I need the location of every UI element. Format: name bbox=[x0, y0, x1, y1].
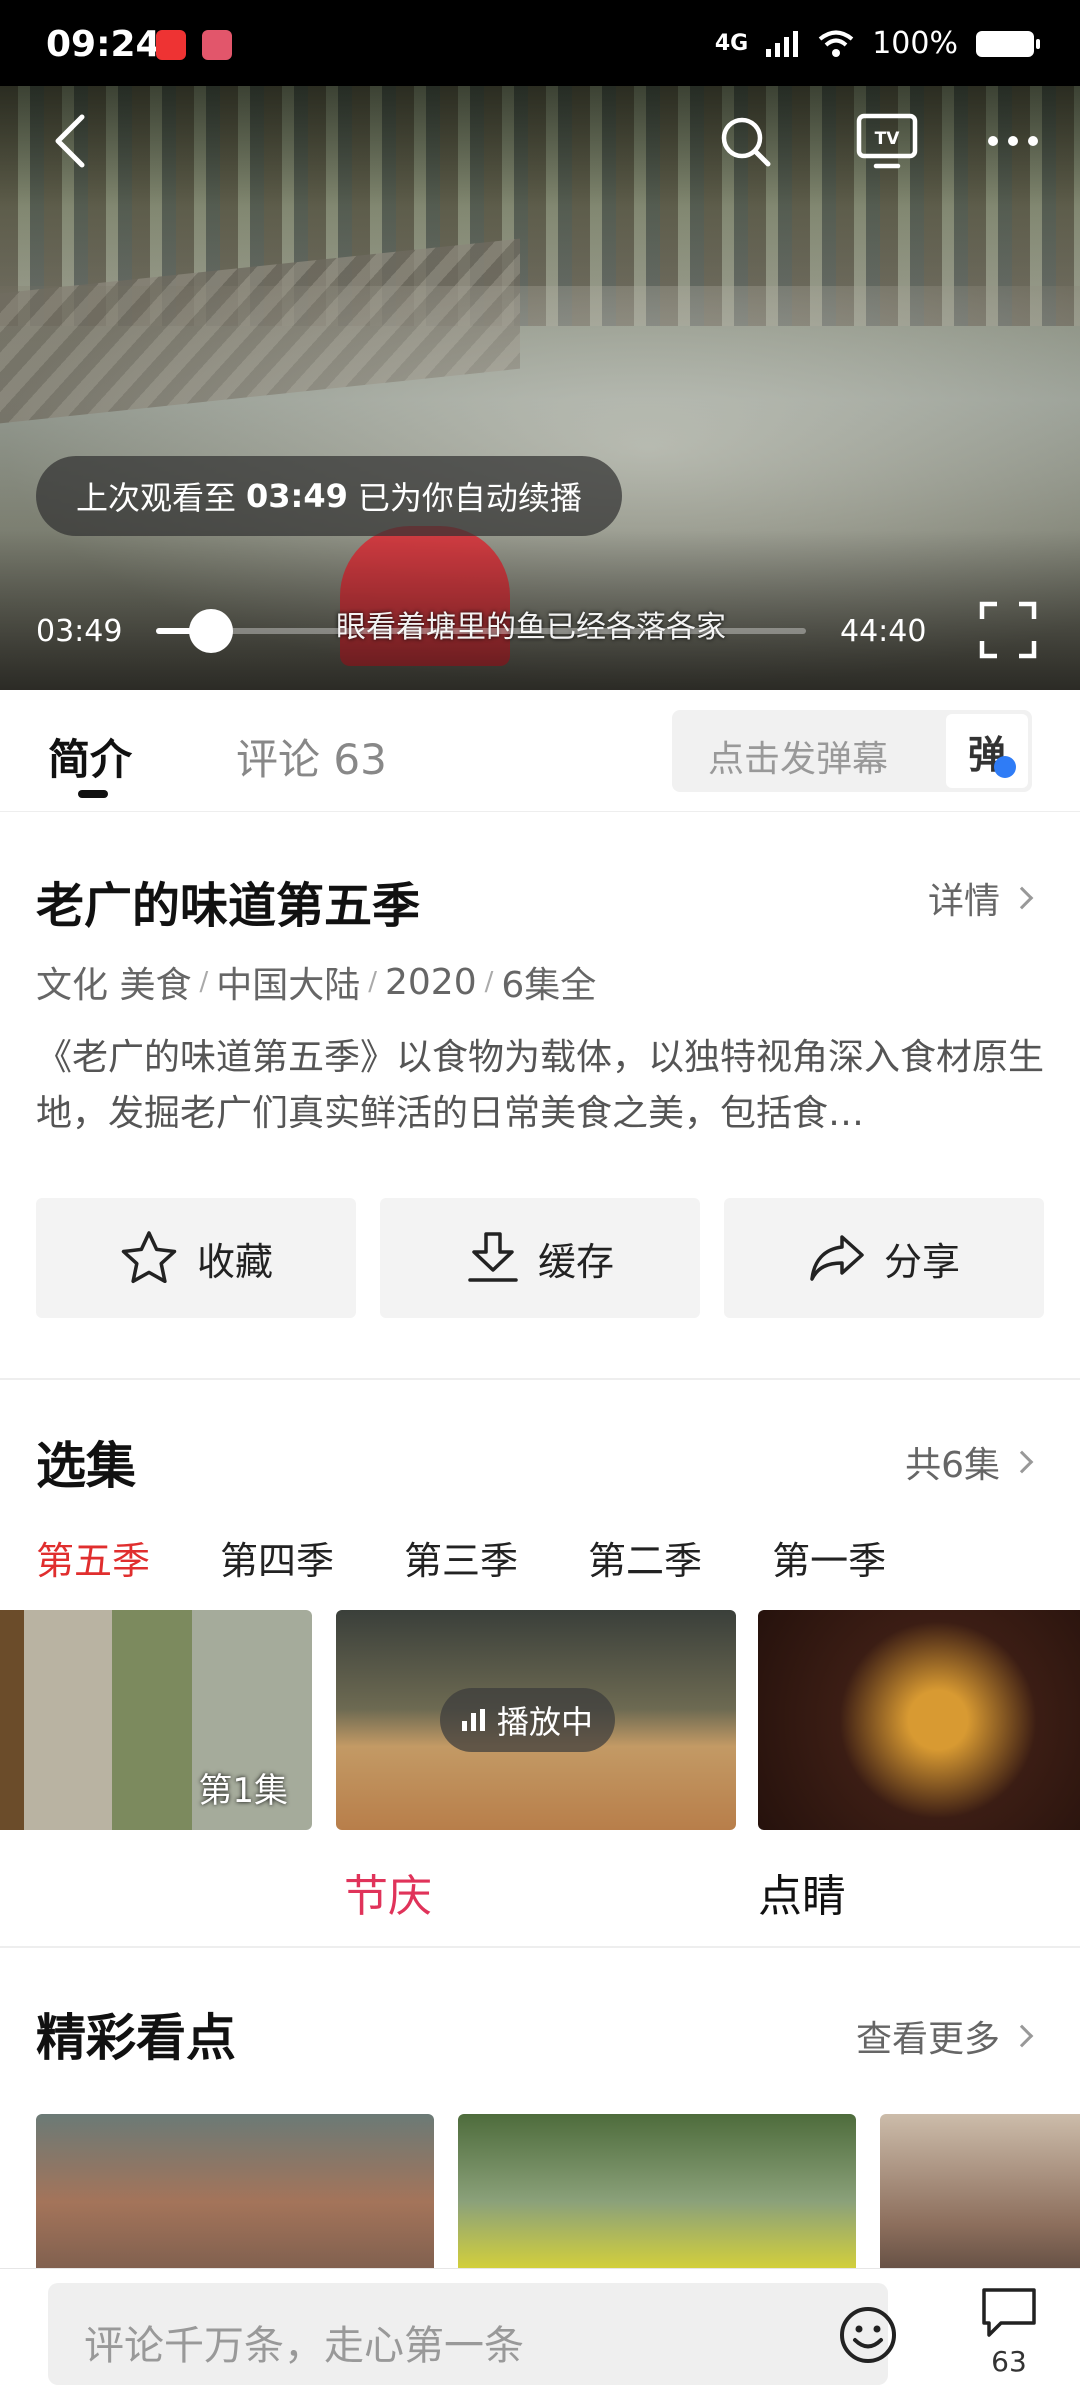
episode-thumbnail: 第1集 bbox=[0, 1610, 312, 1830]
favorite-label: 收藏 bbox=[196, 1239, 273, 1284]
meta-separator: / bbox=[368, 967, 377, 997]
episode-title: 节庆 bbox=[344, 1871, 432, 1920]
resume-prefix: 上次观看至 bbox=[76, 479, 237, 517]
share-button[interactable]: 分享 bbox=[724, 1198, 1044, 1318]
resume-time: 03:49 bbox=[246, 477, 348, 515]
season-tab-2[interactable]: 第二季 bbox=[588, 1530, 702, 1585]
download-label: 缓存 bbox=[537, 1239, 614, 1284]
resume-tip: 上次观看至 03:49 已为你自动续播 bbox=[36, 456, 622, 536]
resume-suffix: 已为你自动续播 bbox=[357, 479, 582, 517]
meta-separator: / bbox=[199, 967, 209, 997]
episode-thumbnail: 播放中 bbox=[336, 1610, 736, 1830]
chevron-right-icon bbox=[1010, 886, 1034, 910]
season-tab-4[interactable]: 第四季 bbox=[220, 1530, 334, 1585]
share-icon bbox=[810, 1235, 864, 1281]
total-time: 44:40 bbox=[840, 614, 927, 649]
fullscreen-icon[interactable] bbox=[976, 598, 1040, 662]
episode-card[interactable]: 第1集 黄 bbox=[0, 1610, 312, 1920]
season-tab-5[interactable]: 第五季 bbox=[36, 1530, 150, 1585]
episode-title: 点睛 bbox=[758, 1871, 846, 1920]
battery-icon bbox=[976, 30, 1040, 57]
share-label: 分享 bbox=[883, 1239, 960, 1284]
section-divider bbox=[0, 1946, 1080, 1948]
download-button[interactable]: 缓存 bbox=[380, 1198, 700, 1318]
app-notification-icon bbox=[202, 30, 232, 60]
action-buttons: 收藏 缓存 分享 bbox=[36, 1198, 1044, 1318]
show-title: 老广的味道第五季 bbox=[36, 878, 421, 934]
status-right: 4G 100% bbox=[714, 26, 1040, 61]
favorite-button[interactable]: 收藏 bbox=[36, 1198, 356, 1318]
meta-genre: 文化 美食 bbox=[36, 965, 192, 1006]
battery-percent: 100% bbox=[872, 26, 958, 61]
details-link[interactable]: 详情 bbox=[927, 872, 1034, 924]
tab-intro[interactable]: 简介 bbox=[48, 726, 132, 798]
chevron-right-icon bbox=[1010, 2024, 1034, 2048]
tv-cast-icon[interactable]: TV bbox=[852, 108, 922, 174]
meta-region: 中国大陆 bbox=[216, 965, 361, 1006]
tab-comments[interactable]: 评论 63 bbox=[236, 726, 387, 787]
progress-knob[interactable] bbox=[189, 609, 234, 653]
danmu-input[interactable]: 点击发弹幕 bbox=[708, 730, 888, 782]
svg-text:TV: TV bbox=[875, 129, 901, 149]
status-time: 09:24 bbox=[46, 24, 161, 65]
current-time: 03:49 bbox=[36, 614, 123, 649]
season-selector: 第五季 第四季 第三季 第二季 第一季 bbox=[36, 1530, 886, 1585]
show-description[interactable]: 《老广的味道第五季》以食物为载体，以独特视角深入食材原生地，发掘老广们真实鲜活的… bbox=[36, 1030, 1046, 1142]
wifi-icon bbox=[818, 30, 854, 57]
video-subtitle: 眼看着塘里的鱼已经各落各家 bbox=[336, 610, 726, 645]
episode-title: 黄 bbox=[0, 1860, 312, 1920]
highlight-thumbnail[interactable] bbox=[458, 2114, 856, 2270]
signal-icon bbox=[766, 30, 799, 57]
comment-placeholder: 评论千万条，走心第一条 bbox=[84, 2323, 524, 2369]
more-icon[interactable] bbox=[978, 108, 1048, 174]
section-divider bbox=[0, 1378, 1080, 1380]
all-episodes-link[interactable]: 共6集 bbox=[905, 1436, 1034, 1488]
check-badge-icon bbox=[994, 756, 1016, 778]
now-playing-label: 播放中 bbox=[497, 1703, 594, 1741]
download-icon bbox=[468, 1232, 518, 1282]
comment-bubble-icon bbox=[982, 2288, 1036, 2337]
details-label: 详情 bbox=[927, 881, 1000, 922]
highlight-thumbnail[interactable] bbox=[880, 2114, 1080, 2270]
highlights-title: 精彩看点 bbox=[36, 2009, 236, 2067]
season-tab-3[interactable]: 第三季 bbox=[404, 1530, 518, 1585]
show-meta: 文化 美食 / 中国大陆 / 2020 / 6集全 bbox=[36, 956, 596, 1008]
episode-card[interactable]: 第3 点睛 bbox=[758, 1610, 1080, 1920]
comments-button[interactable]: 63 bbox=[974, 2285, 1044, 2378]
comment-count: 63 bbox=[991, 2345, 1027, 2378]
highlights-list bbox=[36, 2114, 1080, 2270]
meta-separator: / bbox=[484, 967, 494, 997]
status-bar: 09:24 4G 100% bbox=[0, 0, 1080, 86]
episode-thumbnail: 第3 bbox=[758, 1610, 1080, 1830]
star-icon bbox=[121, 1231, 177, 1284]
episodes-title: 选集 bbox=[36, 1437, 136, 1495]
chevron-right-icon bbox=[1010, 1450, 1034, 1474]
video-player[interactable]: TV 上次观看至 03:49 已为你自动续播 眼看着塘里的鱼已经各落各家 03:… bbox=[0, 86, 1080, 690]
meta-year: 2020 bbox=[385, 961, 477, 1003]
emoji-icon[interactable] bbox=[838, 2305, 898, 2365]
meta-episodes: 6集全 bbox=[501, 965, 597, 1006]
episode-number: 第1集 bbox=[198, 1771, 288, 1811]
progress-bar[interactable] bbox=[156, 609, 806, 653]
highlight-thumbnail[interactable] bbox=[36, 2114, 434, 2270]
equalizer-icon bbox=[462, 1709, 485, 1731]
episode-card[interactable]: 播放中 节庆 bbox=[336, 1610, 736, 1920]
search-icon[interactable] bbox=[712, 108, 778, 174]
now-playing-badge: 播放中 bbox=[440, 1688, 616, 1752]
danmu-toggle-button[interactable]: 弹 bbox=[946, 714, 1028, 788]
comment-bar: 评论千万条，走心第一条 63 bbox=[0, 2268, 1080, 2400]
danmu-box: 点击发弹幕 弹 bbox=[672, 710, 1032, 792]
season-tab-1[interactable]: 第一季 bbox=[772, 1530, 886, 1585]
app-notification-icon bbox=[156, 30, 186, 60]
comment-input[interactable]: 评论千万条，走心第一条 bbox=[48, 2283, 896, 2385]
highlights-more-link[interactable]: 查看更多 bbox=[855, 2010, 1034, 2062]
highlights-more-label: 查看更多 bbox=[855, 2019, 1000, 2060]
notification-icons bbox=[156, 30, 232, 60]
network-label: 4G bbox=[714, 31, 749, 56]
detail-tabs: 简介 评论 63 点击发弹幕 弹 bbox=[0, 690, 1080, 812]
all-episodes-label: 共6集 bbox=[905, 1445, 1000, 1486]
back-icon[interactable] bbox=[40, 106, 100, 176]
episode-list: 第1集 黄 播放中 节庆 第3 点睛 bbox=[0, 1610, 1080, 1920]
